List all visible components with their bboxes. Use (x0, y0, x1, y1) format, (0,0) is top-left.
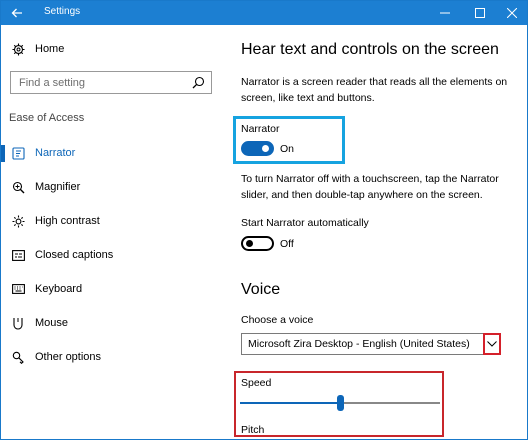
search-box[interactable] (10, 71, 212, 94)
home-label: Home (35, 43, 65, 55)
magnifier-icon (11, 180, 25, 194)
sidebar-item-narrator[interactable]: Narrator (1, 138, 223, 168)
minimize-button[interactable] (430, 1, 460, 25)
window-title: Settings (44, 6, 81, 17)
gear-icon (11, 42, 25, 56)
sidebar-item-other-options[interactable]: Other options (1, 342, 223, 372)
back-arrow-icon (11, 8, 22, 18)
auto-start-label: Start Narrator automatically (241, 217, 369, 229)
sidebar-item-label: Other options (35, 351, 102, 363)
voice-heading: Voice (241, 281, 281, 298)
maximize-button[interactable] (465, 1, 495, 25)
sidebar-item-magnifier[interactable]: Magnifier (1, 172, 223, 202)
voice-select-value: Microsoft Zira Desktop - English (United… (248, 338, 470, 350)
back-button[interactable] (1, 1, 33, 25)
speed-label: Speed (241, 377, 272, 389)
sidebar-item-closed-captions[interactable]: Closed captions (1, 240, 223, 270)
pitch-label: Pitch (241, 424, 265, 436)
selection-indicator (1, 145, 5, 162)
auto-start-toggle[interactable] (241, 236, 274, 251)
sidebar-item-label: High contrast (35, 215, 100, 227)
speed-slider-thumb[interactable] (337, 395, 344, 411)
toggle-knob (262, 145, 269, 152)
title-bar: Settings (1, 1, 527, 25)
sidebar-item-label: Magnifier (35, 181, 81, 193)
search-icon[interactable] (192, 76, 205, 89)
page-heading: Hear text and controls on the screen (241, 41, 499, 58)
chevron-down-icon (487, 341, 497, 347)
voice-select[interactable]: Microsoft Zira Desktop - English (United… (241, 333, 501, 355)
narrator-icon (11, 146, 25, 160)
toggle-knob (246, 240, 253, 247)
search-input[interactable] (11, 72, 189, 93)
sidebar-item-high-contrast[interactable]: High contrast (1, 206, 223, 236)
narrator-toggle-label: Narrator (241, 123, 280, 135)
close-button[interactable] (497, 1, 527, 25)
high-contrast-icon (11, 214, 25, 228)
speed-slider-fill (240, 402, 340, 404)
sidebar-item-mouse[interactable]: Mouse (1, 308, 223, 338)
main-content: Hear text and controls on the screen Nar… (223, 25, 527, 439)
maximize-icon (475, 8, 485, 18)
close-icon (507, 8, 517, 18)
sidebar-item-label: Narrator (35, 147, 76, 159)
mouse-icon (11, 316, 25, 330)
narrator-toggle[interactable] (241, 141, 274, 156)
sidebar-item-label: Closed captions (35, 249, 114, 261)
sidebar-item-label: Mouse (35, 317, 69, 329)
voice-dropdown-button[interactable] (483, 333, 501, 355)
section-label: Ease of Access (9, 112, 85, 124)
closed-captions-icon (11, 248, 25, 262)
home-link[interactable]: Home (11, 42, 64, 56)
keyboard-icon (11, 282, 25, 296)
voice-select-label: Choose a voice (241, 314, 314, 326)
sidebar-item-label: Keyboard (35, 283, 83, 295)
intro-text: Narrator is a screen reader that reads a… (241, 76, 508, 104)
sidebar-item-keyboard[interactable]: Keyboard (1, 274, 223, 304)
other-options-icon (11, 350, 25, 364)
minimize-icon (440, 12, 450, 14)
narrator-toggle-state: On (280, 143, 295, 155)
auto-start-state: Off (280, 238, 294, 250)
sidebar: Home Ease of Access Narrator Magnifier H… (1, 25, 223, 439)
touch-hint-text: To turn Narrator off with a touchscreen,… (241, 173, 499, 201)
speed-slider-rest (344, 402, 440, 404)
